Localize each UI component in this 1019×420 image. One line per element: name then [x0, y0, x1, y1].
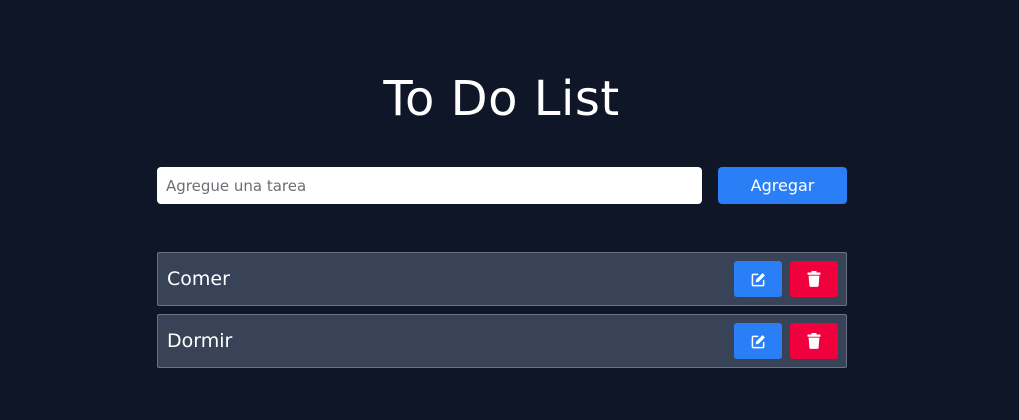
edit-icon — [751, 272, 766, 287]
trash-icon — [807, 333, 821, 349]
task-item: Comer — [157, 252, 847, 306]
page-title: To Do List — [383, 71, 620, 127]
task-label: Dormir — [167, 330, 233, 352]
task-item: Dormir — [157, 314, 847, 368]
edit-icon — [751, 334, 766, 349]
trash-icon — [807, 271, 821, 287]
edit-task-button[interactable] — [734, 323, 782, 359]
edit-task-button[interactable] — [734, 261, 782, 297]
todo-app: To Do List Agregar Comer — [0, 0, 1019, 420]
delete-task-button[interactable] — [790, 323, 838, 359]
delete-task-button[interactable] — [790, 261, 838, 297]
task-label: Comer — [167, 268, 230, 290]
task-list: Comer Dormir — [157, 252, 847, 376]
task-input[interactable] — [157, 167, 702, 204]
add-task-button[interactable]: Agregar — [718, 167, 847, 204]
